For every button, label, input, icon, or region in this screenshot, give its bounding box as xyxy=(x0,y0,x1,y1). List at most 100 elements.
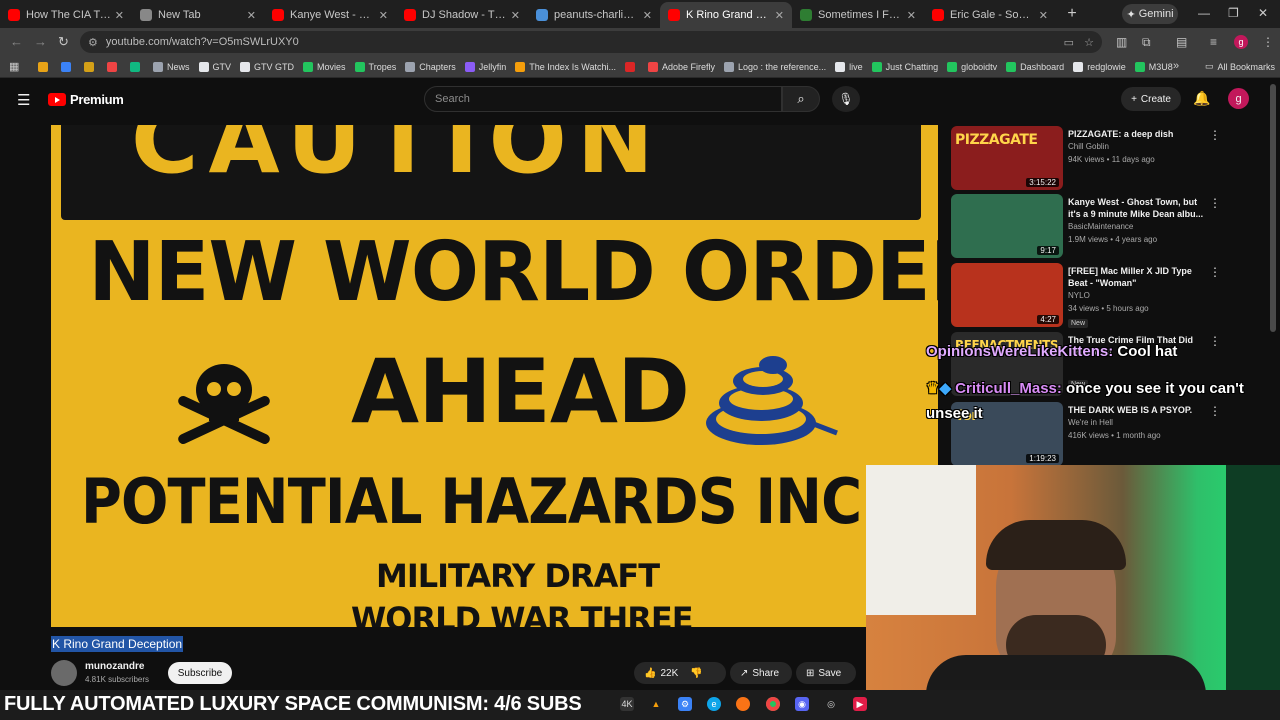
minimize-icon[interactable]: — xyxy=(1198,6,1210,20)
tab-close-icon[interactable]: ✕ xyxy=(115,9,124,22)
save-button[interactable]: ⊞ Save xyxy=(796,662,856,684)
bookmark-item[interactable]: live xyxy=(835,61,863,72)
thumbs-down-icon[interactable]: 👎 xyxy=(690,668,702,679)
browser-tab[interactable]: DJ Shadow - The Organ ✕ xyxy=(396,2,528,28)
recommendation-thumbnail[interactable]: PIZZAGATE 3:15:22 xyxy=(951,126,1063,190)
edge-icon[interactable]: e xyxy=(707,697,721,711)
bookmark-item[interactable]: Chapters xyxy=(405,61,456,72)
tab-close-icon[interactable]: ✕ xyxy=(907,9,916,22)
recommendation-channel[interactable]: BasicMaintenance xyxy=(1068,222,1133,231)
account-avatar[interactable]: g xyxy=(1228,88,1249,109)
browser-tab[interactable]: How The CIA Tricked the ✕ xyxy=(0,2,132,28)
app-icon[interactable]: ⚙ xyxy=(678,697,692,711)
recommendation-item[interactable]: 4:27 [FREE] Mac Miller X JID Type Beat - … xyxy=(951,263,1241,329)
bookmark-star-icon[interactable]: ☆ xyxy=(1084,36,1094,49)
chrome-icon[interactable] xyxy=(766,697,780,711)
tab-close-icon[interactable]: ✕ xyxy=(511,9,520,22)
recommendation-channel[interactable]: Chill Goblin xyxy=(1068,142,1109,151)
cast-icon[interactable]: ▭ xyxy=(1064,36,1074,49)
create-button[interactable]: + Create xyxy=(1121,87,1181,111)
channel-name[interactable]: munozandre xyxy=(85,661,144,672)
bookmark-item[interactable]: globoidtv xyxy=(947,61,997,72)
bookmark-item[interactable]: Jellyfin xyxy=(464,61,506,72)
tab-close-icon[interactable]: ✕ xyxy=(775,9,784,22)
browser-tab[interactable]: peanuts-charlie-brown ✕ xyxy=(528,2,660,28)
address-bar[interactable]: ⚙ youtube.com/watch?v=O5mSWLrUXY0 ▭ ☆ xyxy=(80,31,1102,53)
bookmark-item[interactable] xyxy=(61,61,75,72)
obs-icon[interactable]: ◎ xyxy=(824,697,838,711)
tab-close-icon[interactable]: ✕ xyxy=(379,9,388,22)
page-scrollbar[interactable] xyxy=(1270,84,1276,332)
bookmark-item[interactable]: Dashboard xyxy=(1006,61,1064,72)
bookmark-item[interactable] xyxy=(130,61,144,72)
maximize-icon[interactable]: ❐ xyxy=(1228,6,1239,20)
reading-list-icon[interactable]: ▥ xyxy=(1116,35,1127,49)
search-button[interactable]: ⌕ xyxy=(782,86,820,112)
subscribe-button[interactable]: Subscribe xyxy=(168,662,232,684)
new-tab-button[interactable]: + xyxy=(1060,2,1084,26)
search-input[interactable]: Search xyxy=(424,86,782,112)
bookmark-item[interactable]: GTV xyxy=(198,61,231,72)
bookmark-item[interactable]: Just Chatting xyxy=(871,61,938,72)
bookmark-item[interactable]: Tropes xyxy=(354,61,396,72)
more-options-icon[interactable]: ⋮ xyxy=(1209,128,1221,142)
browser-tab[interactable]: New Tab ✕ xyxy=(132,2,264,28)
bookmark-item[interactable]: Movies xyxy=(303,61,346,72)
voice-search-button[interactable]: 🎙 xyxy=(832,86,860,112)
bookmark-item[interactable]: M3U8 xyxy=(1134,61,1173,72)
hamburger-menu-icon[interactable]: ☰ xyxy=(17,91,30,109)
discord-icon[interactable]: ◉ xyxy=(795,697,809,711)
recommendation-channel[interactable]: NYLO xyxy=(1068,291,1090,300)
recommendation-item[interactable]: 9:17 Kanye West - Ghost Town, but it's a … xyxy=(951,194,1241,260)
recommendation-thumbnail[interactable]: 9:17 xyxy=(951,194,1063,258)
youtube-premium-logo[interactable]: Premium xyxy=(48,92,124,107)
browser-tab[interactable]: K Rino Grand Deception ✕ xyxy=(660,2,792,28)
apps-grid-icon[interactable]: ▦ xyxy=(9,60,19,73)
bookmark-item[interactable]: Logo : the reference... xyxy=(724,61,826,72)
more-bookmarks-icon[interactable]: » xyxy=(1173,60,1179,72)
extensions-icon[interactable]: ⧉ xyxy=(1142,35,1151,50)
recommendation-item[interactable]: PIZZAGATE 3:15:22 PIZZAGATE: a deep dish Ch… xyxy=(951,126,1241,192)
bookmark-item[interactable] xyxy=(624,61,639,72)
notifications-bell-icon[interactable]: 🔔 xyxy=(1193,90,1210,107)
more-options-icon[interactable]: ⋮ xyxy=(1209,265,1221,279)
channel-avatar[interactable] xyxy=(51,660,77,686)
bookmark-item[interactable]: The Index Is Watchi... xyxy=(515,61,616,72)
video-player[interactable]: CAUTION NEW WORLD ORDER AHEAD POTENTIAL … xyxy=(51,125,938,627)
bookmark-item[interactable]: GTV GTD xyxy=(240,61,294,72)
bookmark-item[interactable]: Adobe Firefly xyxy=(647,61,715,72)
bookmark-item[interactable] xyxy=(84,61,98,72)
more-options-icon[interactable]: ⋮ xyxy=(1209,334,1221,348)
menu-kebab-icon[interactable]: ⋮ xyxy=(1262,35,1274,49)
tab-close-icon[interactable]: ✕ xyxy=(643,9,652,22)
bookmark-item[interactable] xyxy=(107,61,121,72)
vlc-icon[interactable]: ▲ xyxy=(649,697,663,711)
site-info-icon[interactable]: ⚙ xyxy=(88,36,98,49)
recommendation-thumbnail[interactable]: 4:27 xyxy=(951,263,1063,327)
recommendation-title[interactable]: PIZZAGATE: a deep dish xyxy=(1068,128,1208,140)
reload-icon[interactable]: ↻ xyxy=(58,34,69,50)
tab-close-icon[interactable]: ✕ xyxy=(1039,9,1048,22)
like-button[interactable]: 👍 22K xyxy=(644,668,678,679)
close-window-icon[interactable]: ✕ xyxy=(1258,6,1268,20)
browser-tab[interactable]: Kanye West - God Got M ✕ xyxy=(264,2,396,28)
sidebar-icon[interactable]: ▤ xyxy=(1176,35,1187,49)
4k-app-icon[interactable]: 4K xyxy=(620,697,634,711)
share-button[interactable]: ↗ Share xyxy=(730,662,792,684)
firefox-icon[interactable] xyxy=(736,697,750,711)
all-bookmarks[interactable]: ▭ All Bookmarks xyxy=(1205,61,1275,72)
gemini-button[interactable]: ✦ Gemini xyxy=(1122,4,1178,24)
bookmark-item[interactable]: redglowie xyxy=(1073,61,1126,72)
browser-tab[interactable]: Eric Gale - Sometimes ✕ xyxy=(924,2,1056,28)
profile-avatar[interactable]: g xyxy=(1234,35,1248,49)
back-icon[interactable]: ← xyxy=(10,34,23,49)
forward-icon[interactable]: → xyxy=(34,34,47,49)
downloads-icon[interactable]: ≡ xyxy=(1210,35,1217,49)
recommendation-title[interactable]: Kanye West - Ghost Town, but it's a 9 mi… xyxy=(1068,196,1208,220)
more-options-icon[interactable]: ⋮ xyxy=(1209,196,1221,210)
tab-close-icon[interactable]: ✕ xyxy=(247,9,256,22)
bookmark-item[interactable] xyxy=(38,61,52,72)
app-icon-red[interactable]: ▶ xyxy=(853,697,867,711)
browser-tab[interactable]: Sometimes I Feel Like a ✕ xyxy=(792,2,924,28)
recommendation-title[interactable]: [FREE] Mac Miller X JID Type Beat - "Wom… xyxy=(1068,265,1208,289)
